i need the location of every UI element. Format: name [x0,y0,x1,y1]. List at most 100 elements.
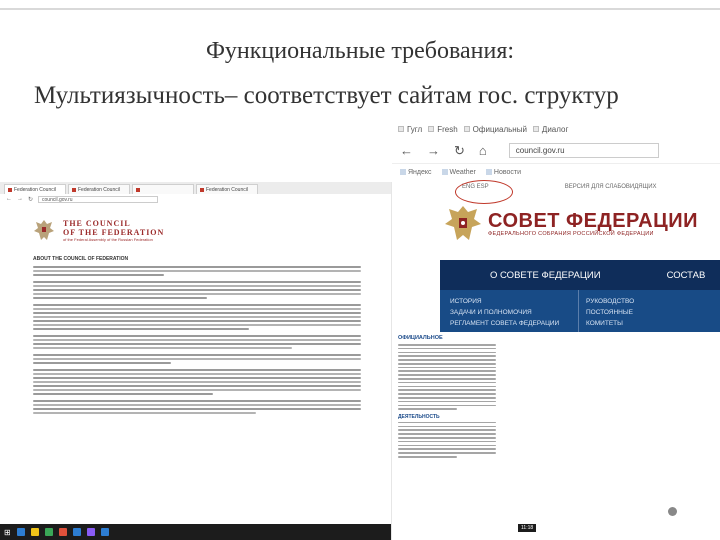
text-line [33,377,361,379]
back-arrow-icon[interactable]: ← [400,143,413,158]
submenu-item[interactable]: ЗАДАЧИ И ПОЛНОМОЧИЯ [450,307,559,318]
about-text [33,266,361,414]
council-name-line2: OF THE FEDERATION [63,227,165,237]
text-line [33,328,250,330]
taskbar-app-icon[interactable] [86,528,95,536]
home-icon[interactable]: ⌂ [479,143,487,158]
submenu-item[interactable]: КОМИТЕТЫ [586,318,634,329]
forward-arrow-icon[interactable]: → [427,143,440,158]
menu-item-about[interactable]: О СОВЕТЕ ФЕДЕРАЦИИ [440,270,601,281]
text-paragraph [33,281,361,299]
bookmark-item[interactable]: Fresh [428,125,458,134]
text-line [33,320,361,322]
text-paragraph [33,304,361,330]
browser-nav-row: ← → ↻ council.gov.ru [0,194,391,204]
submenu: ИСТОРИЯ ЗАДАЧИ И ПОЛНОМОЧИЯ РЕГЛАМЕНТ СОВЕ… [440,290,720,332]
slide-subtitle: Мультиязычность– соответствует сайтам го… [34,82,619,109]
council-logo: THE COUNCIL OF THE FEDERATION of the Fed… [33,210,361,250]
text-line [398,378,496,380]
browser-tab[interactable] [132,184,194,194]
text-line [33,354,361,356]
about-heading: ABOUT THE COUNCIL OF FEDERATION [33,256,129,262]
text-line [33,393,214,395]
language-switch: ENG ESP ВЕРСИЯ ДЛЯ СЛАБОВИДЯЩИХ [392,180,720,194]
menu-item-staff[interactable]: СОСТАВ [667,270,706,281]
text-paragraph [33,266,361,276]
bookmark-item[interactable]: Weather [441,169,476,176]
forward-arrow-icon[interactable]: → [17,196,23,202]
bookmark-label: Новости [493,168,521,176]
text-paragraph [33,354,361,364]
council-name-line3: of the Federal Assembly of the Russian F… [63,236,153,242]
text-paragraph [33,400,361,414]
text-line [33,293,361,295]
bookmark-item[interactable]: Официальный [463,125,527,134]
text-line [33,381,361,383]
address-bar[interactable]: council.gov.ru [38,195,159,203]
favicon-icon [8,187,12,192]
bookmark-item[interactable]: Диалог [532,125,568,134]
text-line [33,404,361,406]
favicon-icon [200,187,204,192]
text-line [33,297,207,299]
text-line [398,359,496,361]
address-bar[interactable]: council.gov.ru [508,143,659,158]
browser-tab[interactable]: Federation Council [68,184,130,194]
text-line [398,381,496,384]
submenu-item[interactable]: РЕГЛАМЕНТ СОВЕТА ФЕДЕРАЦИИ [450,318,559,329]
submenu-item[interactable]: ИСТОРИЯ [450,296,559,307]
text-line [33,369,361,371]
bookmark-label: Яндекс [408,168,432,176]
text-line [398,444,496,447]
accessibility-link[interactable]: ВЕРСИЯ ДЛЯ СЛАБОВИДЯЩИХ [565,184,657,190]
tab-label: Federation Council [78,186,120,193]
bookmark-item[interactable]: Яндекс [400,169,432,176]
taskbar-app-icon[interactable] [100,528,109,536]
text-line [398,362,496,365]
tab-label: Federation Council [14,186,56,193]
text-line [33,389,361,391]
text-line [33,289,361,291]
browser-tab[interactable]: Federation Council [4,184,66,194]
council-name-line1: THE COUNCIL [63,218,131,228]
main-menu: О СОВЕТЕ ФЕДЕРАЦИИ СОСТАВ [440,260,720,290]
browser-nav-row: ← → ↻ ⌂ council.gov.ru [392,138,720,164]
refresh-icon[interactable]: ↻ [454,143,465,159]
text-line [33,358,361,360]
text-line [398,351,496,354]
bookmark-label: Гугл [407,124,423,134]
russian-site-screenshot: Гугл Fresh Официальный Диалог ← → ↻ ⌂ counc… [392,120,720,540]
bookmark-icon [428,126,435,133]
council-title: СОВЕТ ФЕДЕРАЦИИ [488,210,698,232]
text-line [33,339,361,341]
text-line [33,312,361,314]
language-highlight-ellipse [455,180,513,204]
text-line [398,400,496,403]
browser-tab[interactable]: Federation Council [196,184,258,194]
submenu-divider [578,290,579,332]
double-headed-eagle-icon [445,206,481,240]
bookmark-item[interactable]: Новости [485,168,521,176]
start-icon[interactable]: ⊞ [4,528,11,537]
tab-label: Federation Council [206,186,248,193]
panel-label: ДЕЯТЕЛЬНОСТЬ [398,413,440,420]
browser-tab-bar: Federation Council Federation Council Fede… [0,182,391,194]
bookmark-item[interactable]: Гугл [398,125,422,134]
back-arrow-icon[interactable]: ← [6,196,12,202]
taskbar-app-icon[interactable] [30,528,39,536]
text-line [398,425,496,428]
text-line [398,452,496,454]
taskbar-app-icon[interactable] [44,528,53,536]
taskbar-app-icon[interactable] [58,528,67,536]
submenu-item[interactable]: РУКОВОДСТВО [586,296,634,307]
english-page-content: THE COUNCIL OF THE FEDERATION of the Fed… [0,204,391,414]
text-line [33,274,165,276]
taskbar-app-icon[interactable] [72,528,81,536]
text-line [398,429,496,432]
submenu-item[interactable]: ПОСТОЯННЫЕ [586,307,634,318]
taskbar-app-icon[interactable] [16,528,25,536]
refresh-icon[interactable]: ↻ [28,196,33,203]
text-line [398,344,496,346]
text-line [33,347,293,349]
text-line [398,374,496,376]
